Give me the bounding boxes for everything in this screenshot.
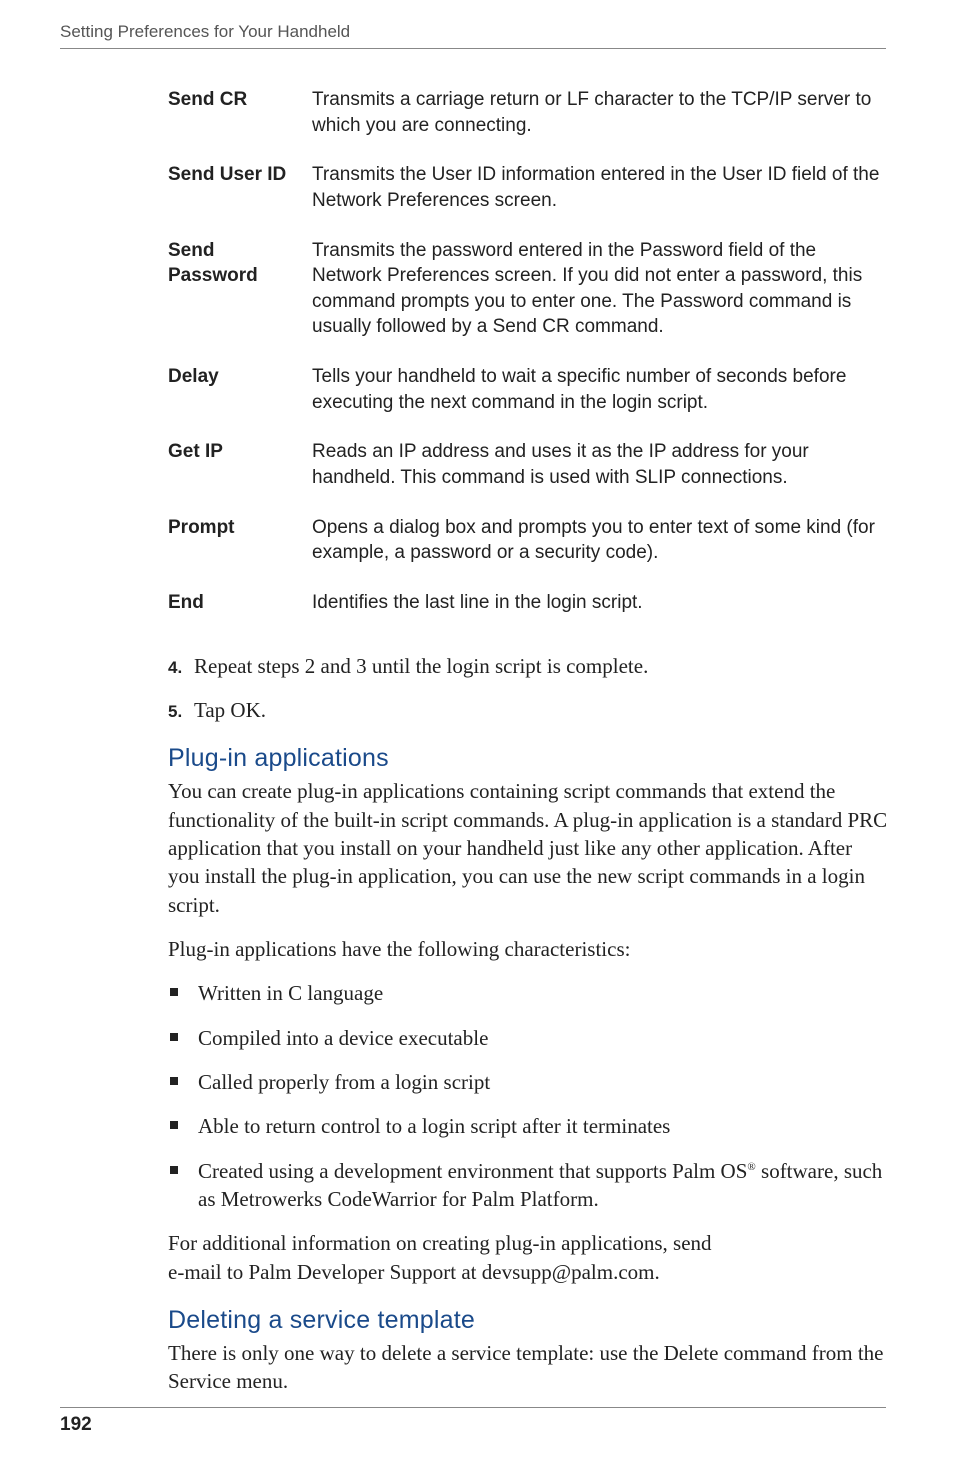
- definition-term: Prompt: [168, 505, 312, 580]
- table-row: Prompt Opens a dialog box and prompts yo…: [168, 505, 888, 580]
- step-item: 4. Repeat steps 2 and 3 until the login …: [168, 652, 888, 680]
- list-item: Compiled into a device executable: [168, 1024, 888, 1052]
- page-number: 192: [60, 1414, 886, 1436]
- definition-term: Send User ID: [168, 152, 312, 227]
- registered-mark-icon: ®: [747, 1161, 755, 1173]
- definition-term: Send CR: [168, 77, 312, 152]
- definition-desc: Opens a dialog box and prompts you to en…: [312, 505, 888, 580]
- table-row: Send CR Transmits a carriage return or L…: [168, 77, 888, 152]
- list-item: Created using a development environment …: [168, 1157, 888, 1214]
- footer-divider: [60, 1407, 886, 1408]
- body-paragraph: Plug-in applications have the following …: [168, 935, 888, 963]
- table-row: Delay Tells your handheld to wait a spec…: [168, 354, 888, 429]
- table-row: Get IP Reads an IP address and uses it a…: [168, 429, 888, 504]
- step-item: 5. Tap OK.: [168, 696, 888, 724]
- header-divider: [60, 48, 886, 49]
- running-head: Setting Preferences for Your Handheld: [60, 22, 886, 42]
- step-text: Repeat steps 2 and 3 until the login scr…: [194, 652, 648, 680]
- step-number: 5.: [168, 702, 194, 722]
- body-paragraph: You can create plug-in applications cont…: [168, 777, 888, 919]
- bullet-list: Written in C language Compiled into a de…: [168, 979, 888, 1213]
- table-row: Send User ID Transmits the User ID infor…: [168, 152, 888, 227]
- page: Setting Preferences for Your Handheld Se…: [0, 0, 976, 1466]
- main-content: Send CR Transmits a carriage return or L…: [168, 77, 888, 1396]
- table-row: Send Password Transmits the password ent…: [168, 228, 888, 355]
- plugin-heading: Plug-in applications: [168, 744, 888, 773]
- list-item: Written in C language: [168, 979, 888, 1007]
- step-number: 4.: [168, 658, 194, 678]
- definition-term: Delay: [168, 354, 312, 429]
- page-footer: 192: [60, 1407, 886, 1436]
- body-paragraph: There is only one way to delete a servic…: [168, 1339, 888, 1396]
- definition-desc: Transmits a carriage return or LF charac…: [312, 77, 888, 152]
- deleting-heading: Deleting a service template: [168, 1306, 888, 1335]
- definition-desc: Transmits the password entered in the Pa…: [312, 228, 888, 355]
- definition-term: End: [168, 580, 312, 630]
- definition-desc: Tells your handheld to wait a specific n…: [312, 354, 888, 429]
- definition-desc: Transmits the User ID information entere…: [312, 152, 888, 227]
- list-item-text: Created using a development environment …: [198, 1159, 747, 1183]
- list-item: Called properly from a login script: [168, 1068, 888, 1096]
- definition-desc: Reads an IP address and uses it as the I…: [312, 429, 888, 504]
- list-item: Able to return control to a login script…: [168, 1112, 888, 1140]
- table-row: End Identifies the last line in the logi…: [168, 580, 888, 630]
- definition-term: Send Password: [168, 228, 312, 355]
- definitions-table: Send CR Transmits a carriage return or L…: [168, 77, 888, 630]
- body-paragraph: e-mail to Palm Developer Support at devs…: [168, 1258, 888, 1286]
- definition-term: Get IP: [168, 429, 312, 504]
- step-text: Tap OK.: [194, 696, 266, 724]
- definition-desc: Identifies the last line in the login sc…: [312, 580, 888, 630]
- body-paragraph: For additional information on creating p…: [168, 1229, 888, 1257]
